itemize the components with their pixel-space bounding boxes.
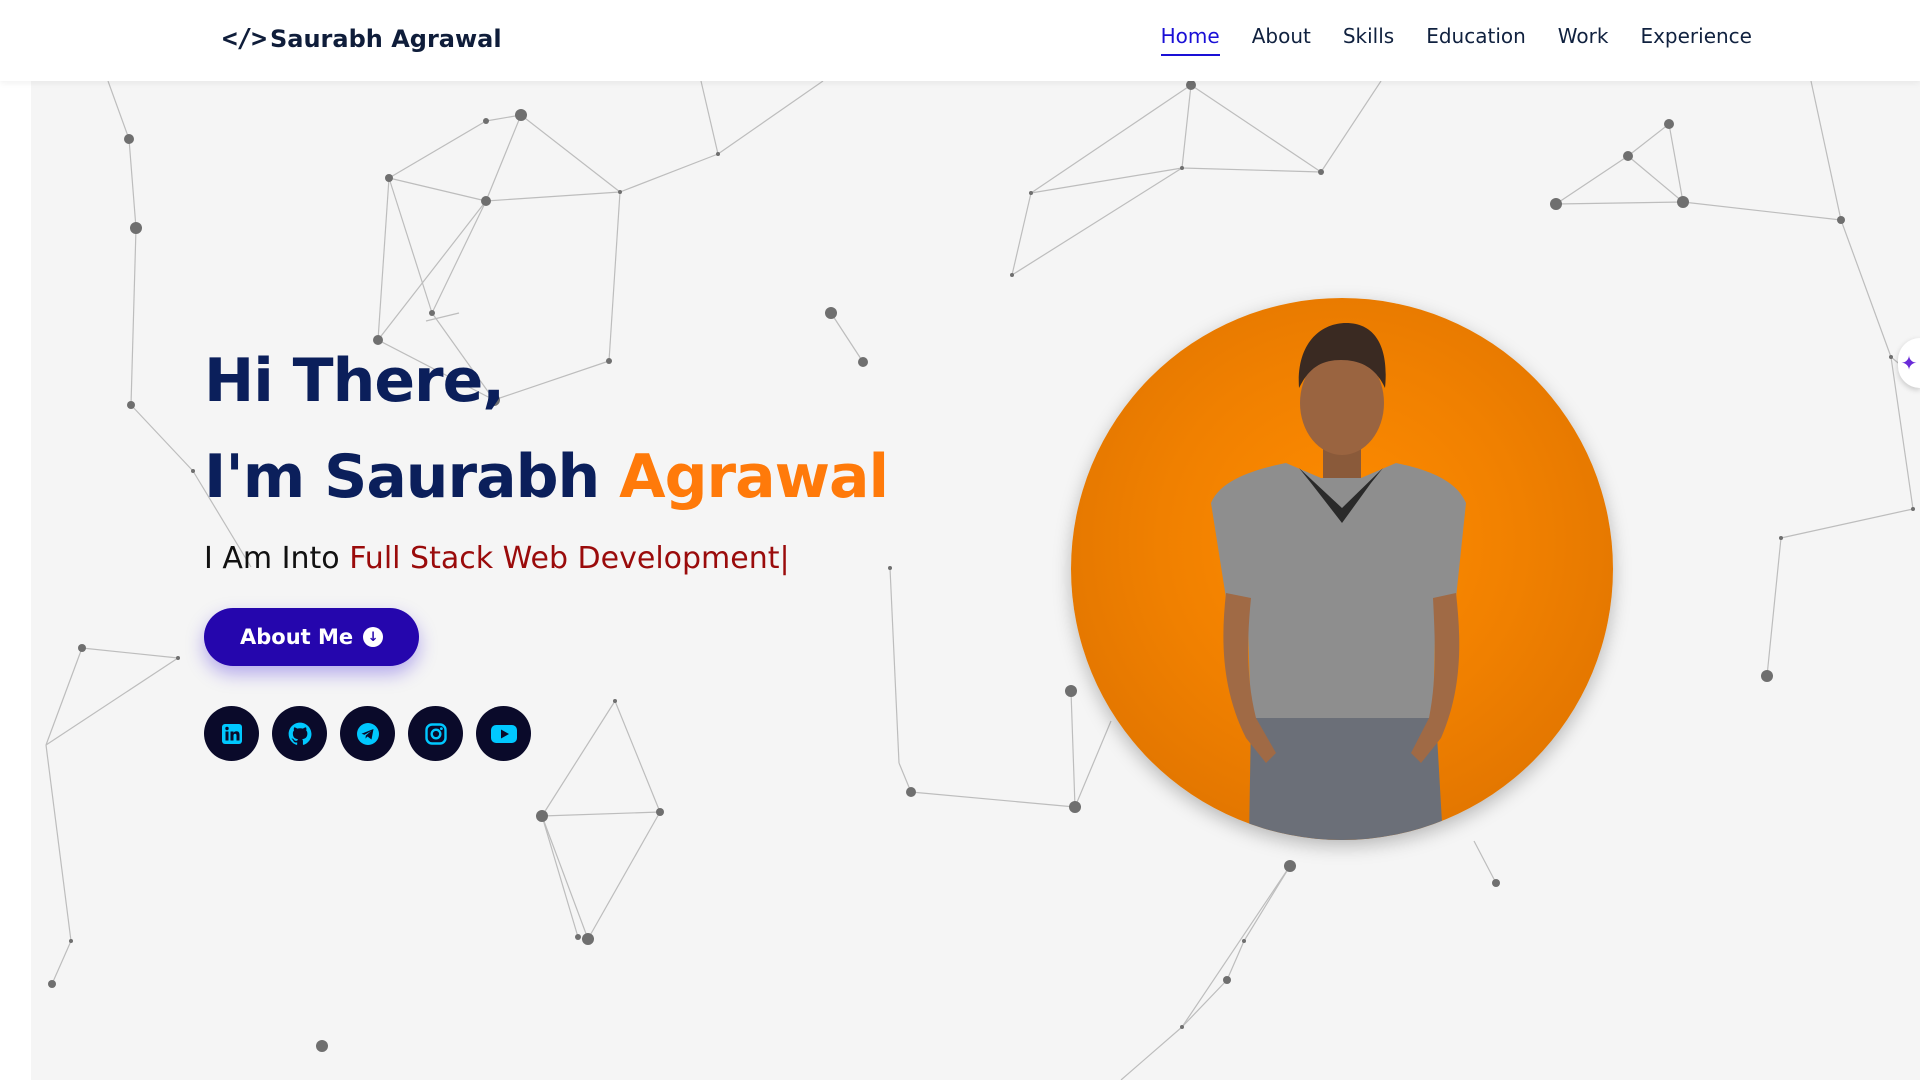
about-me-label: About Me (240, 625, 354, 649)
greeting-line-2: I'm Saurabh Agrawal (204, 429, 889, 525)
code-icon: </> (222, 24, 267, 54)
github-icon (288, 722, 311, 745)
youtube-link[interactable] (476, 706, 531, 761)
tagline-prefix: I Am Into (204, 541, 350, 576)
linkedin-link[interactable] (204, 706, 259, 761)
telegram-icon (356, 722, 379, 745)
telegram-link[interactable] (340, 706, 395, 761)
site-header: </> Saurabh Agrawal Home About Skills Ed… (0, 0, 1920, 81)
arrow-down-circle-icon: ↓ (363, 627, 384, 647)
nav-education[interactable]: Education (1426, 24, 1526, 56)
hero-text: Hi There, I'm Saurabh Agrawal I Am Into … (204, 333, 889, 761)
profile-photo (1211, 323, 1466, 840)
github-link[interactable] (272, 706, 327, 761)
greeting-line-1: Hi There, (204, 346, 505, 416)
instagram-icon (424, 722, 447, 745)
greeting-name-prefix: I'm Saurabh (204, 442, 620, 512)
logo-text: Saurabh Agrawal (269, 25, 502, 53)
nav-home[interactable]: Home (1160, 24, 1220, 56)
nav-about[interactable]: About (1252, 24, 1311, 56)
instagram-link[interactable] (408, 706, 463, 761)
tagline: I Am Into Full Stack Web Development| (204, 541, 888, 576)
greeting-name-accent: Agrawal (619, 442, 889, 512)
social-links (204, 706, 888, 761)
nav-experience[interactable]: Experience (1640, 24, 1752, 56)
tagline-typed-text: Full Stack Web Development| (349, 541, 790, 576)
main-nav: Home About Skills Education Work Experie… (1129, 24, 1752, 56)
linkedin-icon (221, 723, 242, 744)
youtube-icon (490, 724, 517, 743)
about-me-button[interactable]: About Me ↓ (204, 608, 420, 666)
nav-work[interactable]: Work (1558, 24, 1609, 56)
nav-skills[interactable]: Skills (1343, 24, 1394, 56)
logo[interactable]: </> Saurabh Agrawal (222, 24, 502, 54)
profile-avatar (1071, 298, 1613, 840)
hero-section: Hi There, I'm Saurabh Agrawal I Am Into … (31, 81, 1920, 1080)
